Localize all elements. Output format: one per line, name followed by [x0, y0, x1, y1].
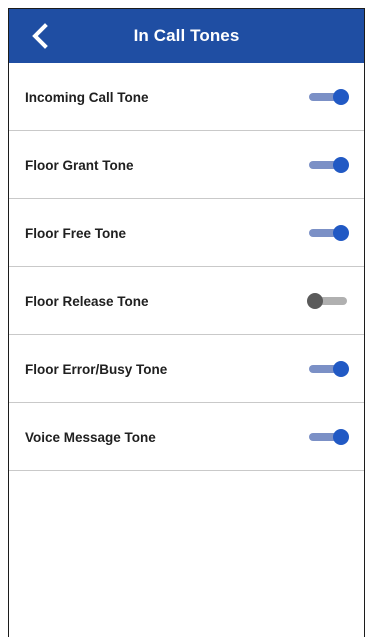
toggle-switch[interactable]: [307, 157, 349, 173]
header-bar: In Call Tones: [9, 9, 364, 63]
setting-label: Incoming Call Tone: [25, 90, 149, 105]
toggle-knob: [333, 361, 349, 377]
toggle-knob: [307, 293, 323, 309]
settings-list: Incoming Call Tone Floor Grant Tone Floo…: [9, 63, 364, 471]
toggle-switch[interactable]: [307, 429, 349, 445]
setting-label: Voice Message Tone: [25, 430, 156, 445]
setting-row-floor-free-tone[interactable]: Floor Free Tone: [9, 199, 364, 267]
toggle-knob: [333, 429, 349, 445]
toggle-knob: [333, 89, 349, 105]
setting-row-floor-grant-tone[interactable]: Floor Grant Tone: [9, 131, 364, 199]
setting-label: Floor Free Tone: [25, 226, 127, 241]
setting-row-incoming-call-tone[interactable]: Incoming Call Tone: [9, 63, 364, 131]
app-screen: In Call Tones Incoming Call Tone Floor G…: [8, 8, 365, 637]
setting-row-floor-error-busy-tone[interactable]: Floor Error/Busy Tone: [9, 335, 364, 403]
toggle-switch[interactable]: [307, 89, 349, 105]
setting-label: Floor Error/Busy Tone: [25, 362, 168, 377]
setting-row-floor-release-tone[interactable]: Floor Release Tone: [9, 267, 364, 335]
toggle-switch[interactable]: [307, 225, 349, 241]
page-title: In Call Tones: [133, 26, 240, 45]
toggle-switch[interactable]: [307, 293, 349, 309]
setting-row-voice-message-tone[interactable]: Voice Message Tone: [9, 403, 364, 471]
setting-label: Floor Release Tone: [25, 294, 149, 309]
toggle-switch[interactable]: [307, 361, 349, 377]
setting-label: Floor Grant Tone: [25, 158, 134, 173]
toggle-knob: [333, 225, 349, 241]
toggle-knob: [333, 157, 349, 173]
